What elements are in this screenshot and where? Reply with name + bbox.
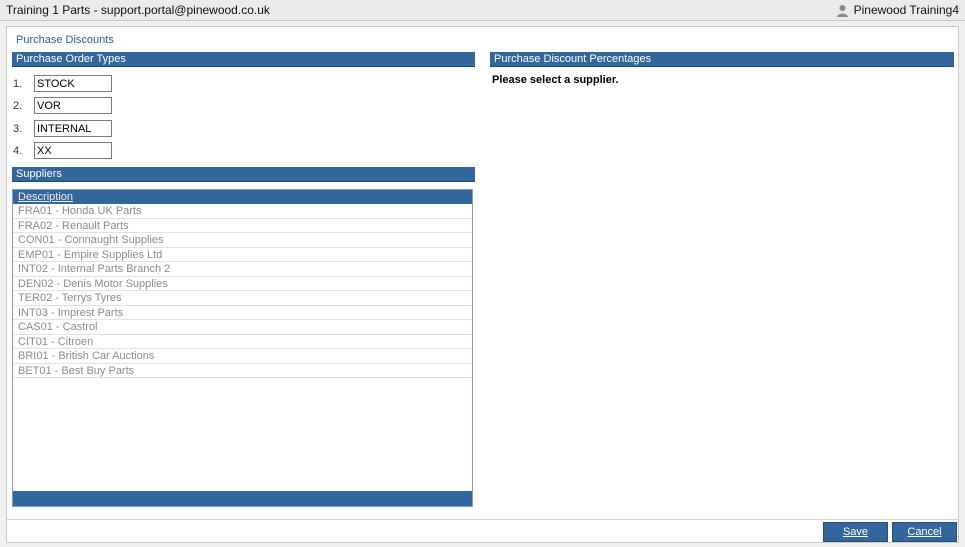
order-type-2-field[interactable] [34,97,112,114]
supplier-row[interactable]: BRI01 - British Car Auctions [13,349,472,364]
order-type-number: 4. [13,144,23,157]
cancel-button[interactable]: Cancel [892,522,957,542]
supplier-row[interactable]: BET01 - Best Buy Parts [13,364,472,378]
order-type-4-field[interactable] [34,142,112,159]
purchase-discounts-panel: Purchase Discounts Purchase Order Types … [6,26,959,543]
order-type-row: 4. [13,142,112,159]
suppliers-header: Suppliers [12,167,475,182]
order-type-number: 3. [13,122,23,135]
supplier-row[interactable]: INT02 - Internal Parts Branch 2 [13,262,472,277]
grid-footer-bar [13,491,472,506]
order-type-row: 1. [13,75,112,92]
window-title: Training 1 Parts - support.portal@pinewo… [6,3,270,17]
supplier-row[interactable]: DEN02 - Denis Motor Supplies [13,277,472,291]
supplier-row[interactable]: TER02 - Terrys Tyres [13,291,472,306]
order-type-row: 2. [13,97,112,114]
supplier-row[interactable]: CON01 - Connaught Supplies [13,233,472,248]
footer-divider [7,519,958,520]
select-supplier-message: Please select a supplier. [492,74,619,86]
suppliers-grid[interactable]: Description FRA01 - Honda UK Parts FRA02… [12,189,473,507]
supplier-row[interactable]: CIT01 - Citroen [13,335,472,349]
supplier-row[interactable]: CAS01 - Castrol [13,320,472,335]
supplier-row[interactable]: EMP01 - Empire Supplies Ltd [13,248,472,262]
purchase-order-types-header: Purchase Order Types [12,52,475,67]
order-type-1-field[interactable] [34,75,112,92]
order-type-number: 1. [13,77,23,90]
description-column-header[interactable]: Description [13,190,472,204]
user-menu[interactable]: Pinewood Training4 [836,3,959,17]
supplier-row[interactable]: INT03 - Imprest Parts [13,306,472,320]
order-type-number: 2. [13,99,23,112]
title-bar: Training 1 Parts - support.portal@pinewo… [0,0,965,21]
save-button[interactable]: Save [823,522,888,542]
order-type-3-field[interactable] [34,120,112,137]
purchase-discount-percentages-header: Purchase Discount Percentages [490,52,954,67]
supplier-row[interactable]: FRA01 - Honda UK Parts [13,204,472,219]
supplier-row[interactable]: FRA02 - Renault Parts [13,219,472,233]
panel-title: Purchase Discounts [16,34,114,46]
order-type-row: 3. [13,120,112,137]
user-icon [836,4,848,17]
user-name: Pinewood Training4 [853,3,959,17]
